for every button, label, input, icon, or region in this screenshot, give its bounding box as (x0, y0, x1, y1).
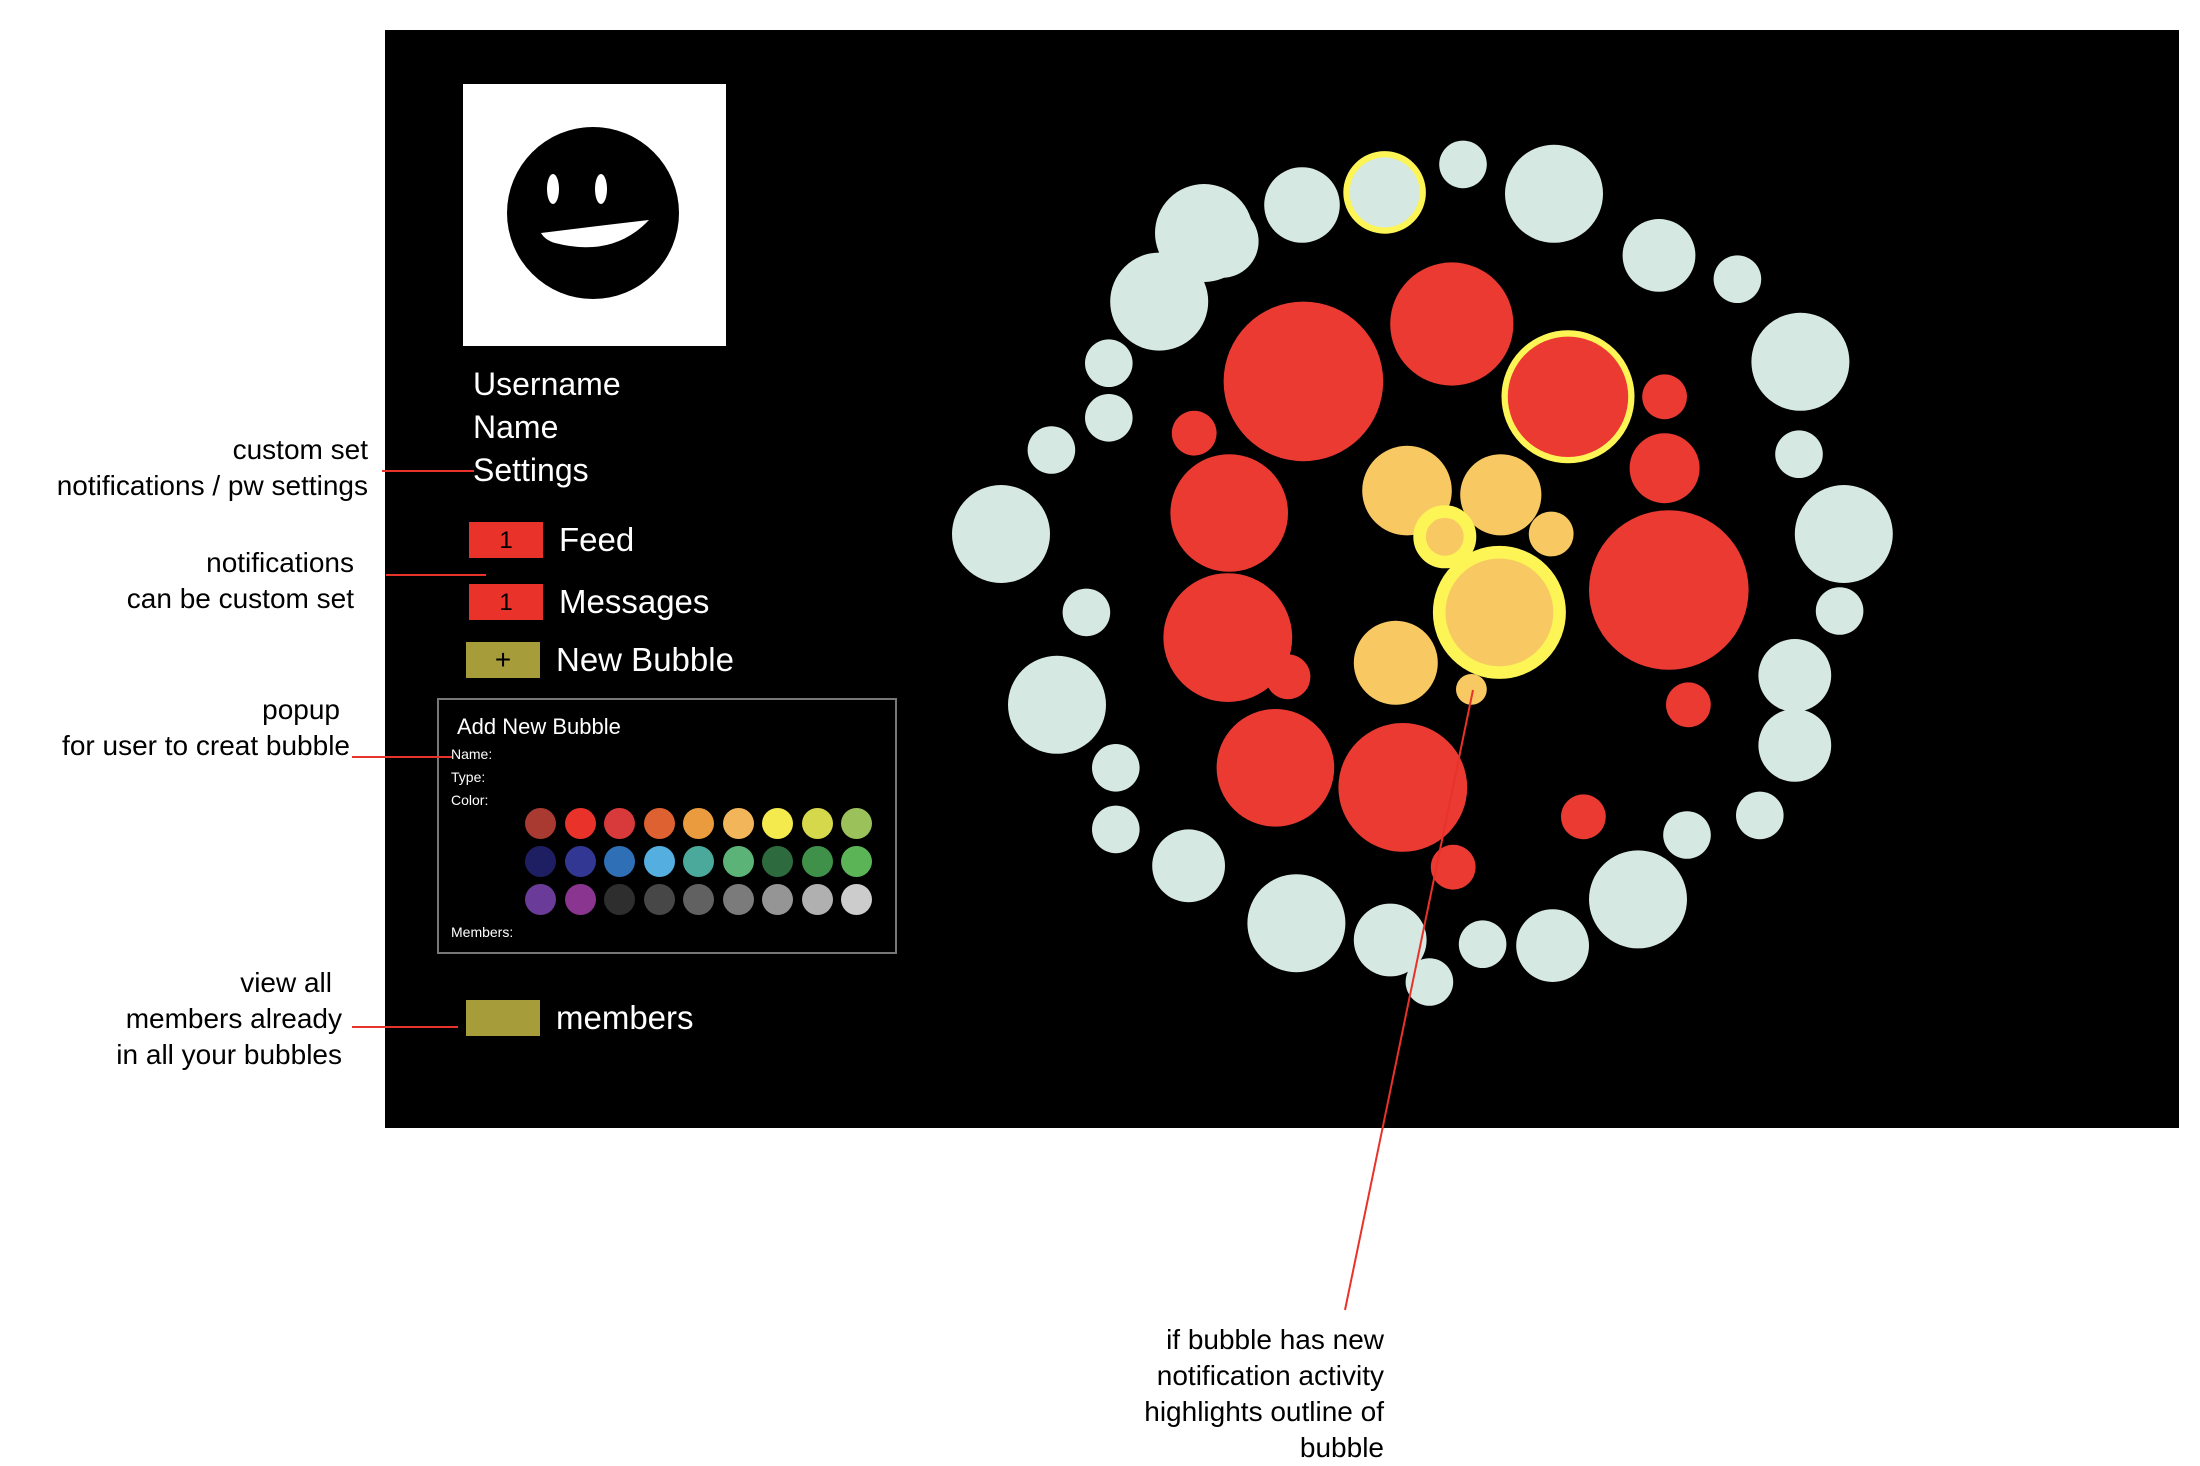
red-bubble[interactable] (1507, 336, 1629, 457)
pale-bubble[interactable] (952, 485, 1050, 583)
annotation-line: if bubble has new (1166, 1324, 1384, 1355)
annotation-line: for user to creat bubble (62, 730, 350, 761)
app-screen: Username Name Settings 1 Feed 1 Messages… (385, 30, 2179, 1128)
pale-bubble[interactable] (1349, 157, 1420, 228)
orange-bubble[interactable] (1456, 674, 1487, 705)
pale-bubble[interactable] (1062, 588, 1111, 637)
settings-annotation: custom set notifications / pw settings (57, 432, 368, 504)
pale-bubble[interactable] (1027, 426, 1076, 474)
pale-bubble[interactable] (1516, 909, 1589, 982)
pale-bubble[interactable] (1622, 219, 1696, 292)
annotation-line: notification activity (1156, 1360, 1384, 1391)
pale-bubble[interactable] (1505, 144, 1603, 243)
red-bubble[interactable] (1170, 454, 1288, 572)
pale-bubble[interactable] (1092, 744, 1140, 792)
annotation-line: can be custom set (126, 583, 354, 614)
pale-bubble[interactable] (1085, 339, 1133, 387)
red-bubble[interactable] (1561, 794, 1606, 840)
annotation-line: in all your bubbles (116, 1039, 342, 1070)
bubble-cluster (952, 140, 1893, 1006)
pale-bubble[interactable] (1152, 829, 1225, 903)
members-annotation: view all members already in all your bub… (116, 965, 342, 1073)
red-bubble[interactable] (1642, 374, 1687, 420)
red-bubble[interactable] (1629, 433, 1700, 504)
pale-bubble[interactable] (1264, 167, 1340, 243)
annotation-line: bubble (1299, 1432, 1384, 1463)
annotation-line: custom set (232, 434, 368, 465)
pale-bubble[interactable] (1736, 791, 1784, 840)
pale-bubble[interactable] (1815, 587, 1864, 635)
annotation-line: popup (262, 694, 340, 725)
red-bubble[interactable] (1265, 654, 1311, 700)
pale-bubble[interactable] (1458, 920, 1507, 968)
pale-bubble[interactable] (1751, 312, 1850, 411)
pale-bubble[interactable] (1092, 805, 1140, 854)
pale-bubble[interactable] (1110, 252, 1209, 351)
red-bubble[interactable] (1666, 682, 1711, 728)
annotation-line: notifications (206, 547, 354, 578)
pale-bubble[interactable] (1713, 255, 1762, 303)
annotation-line: view all (240, 967, 332, 998)
pale-bubble[interactable] (1794, 485, 1893, 583)
orange-bubble[interactable] (1353, 620, 1438, 705)
red-bubble[interactable] (1390, 262, 1514, 386)
orange-bubble[interactable] (1528, 511, 1574, 557)
pale-bubble[interactable] (1405, 958, 1454, 1006)
red-bubble[interactable] (1338, 723, 1468, 852)
pale-bubble[interactable] (1439, 140, 1487, 189)
popup-annotation: popup for user to creat bubble (62, 692, 350, 764)
pale-bubble[interactable] (1247, 874, 1346, 973)
notifications-annotation: notifications can be custom set (127, 545, 354, 617)
annotation-line: highlights outline of (1144, 1396, 1384, 1427)
annotation-line: members already (125, 1003, 342, 1034)
red-bubble[interactable] (1216, 709, 1335, 827)
pale-bubble[interactable] (1008, 655, 1106, 754)
pale-bubble[interactable] (1663, 811, 1711, 859)
red-bubble[interactable] (1430, 844, 1476, 890)
pale-bubble[interactable] (1085, 394, 1133, 442)
pale-bubble[interactable] (1758, 639, 1832, 712)
pale-bubble[interactable] (1185, 205, 1259, 278)
annotation-line: notifications / pw settings (56, 470, 368, 501)
pale-bubble[interactable] (1758, 709, 1832, 782)
pale-bubble[interactable] (1589, 850, 1687, 949)
red-bubble[interactable] (1223, 301, 1384, 462)
highlight-annotation: if bubble has new notification activity … (1144, 1322, 1384, 1466)
highlighted-orange-bubble[interactable] (1413, 505, 1477, 569)
pale-bubble[interactable] (1775, 430, 1823, 478)
red-bubble[interactable] (1171, 410, 1217, 456)
red-bubble[interactable] (1589, 510, 1749, 670)
orange-bubble[interactable] (1446, 559, 1553, 666)
